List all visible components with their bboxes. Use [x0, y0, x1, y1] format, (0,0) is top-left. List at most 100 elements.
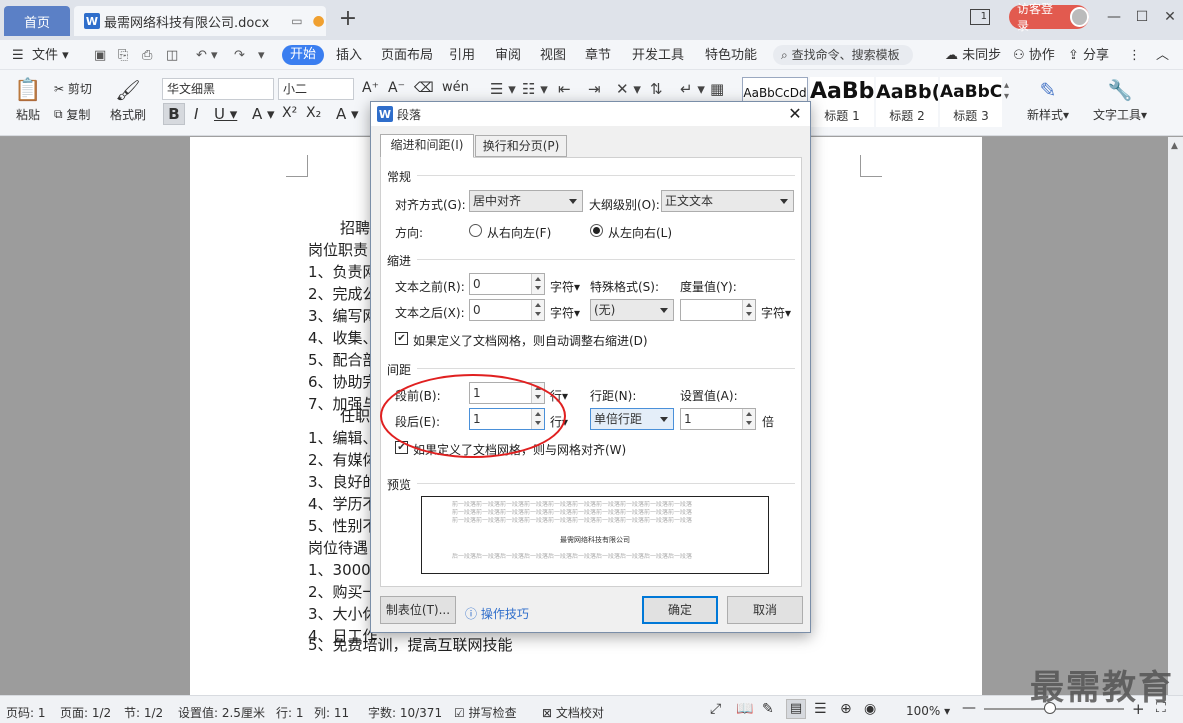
spinner-icon[interactable]: [531, 274, 544, 294]
edit-mode-icon[interactable]: ✎: [762, 701, 774, 717]
share-button[interactable]: ⇪ 分享: [1068, 46, 1109, 66]
subscript-button[interactable]: X₂: [306, 105, 321, 121]
hamburger-icon[interactable]: ☰: [12, 46, 24, 66]
monitor-icon[interactable]: ▭: [291, 14, 302, 28]
doc-line[interactable]: 岗位职责: [308, 239, 368, 261]
page-view-icon[interactable]: ▤: [786, 699, 806, 719]
bold-button[interactable]: B: [163, 103, 185, 125]
undo-icon[interactable]: ↶ ▾: [196, 46, 218, 66]
proofread-button[interactable]: ⊠ 文档校对: [542, 704, 604, 721]
italic-button[interactable]: I: [194, 105, 198, 123]
redo-icon[interactable]: ↷: [234, 46, 245, 66]
doc-line[interactable]: 3、编写网: [308, 305, 378, 327]
phonetic-icon[interactable]: wén: [442, 80, 469, 95]
page-indicator-icon[interactable]: 1: [970, 9, 990, 25]
indent-after-input[interactable]: 0: [469, 299, 545, 321]
zoom-out-icon[interactable]: —: [962, 700, 976, 716]
menu-references[interactable]: 引用: [449, 46, 475, 66]
collab-button[interactable]: ⚇ 协作: [1013, 46, 1055, 66]
doc-line[interactable]: 3、良好的: [308, 471, 378, 493]
status-col[interactable]: 列: 11: [314, 704, 349, 721]
zoom-level[interactable]: 100% ▾: [906, 704, 950, 718]
doc-line[interactable]: 2、有媒体: [308, 449, 378, 471]
menu-page-layout[interactable]: 页面布局: [381, 46, 433, 66]
ok-button[interactable]: 确定: [642, 596, 718, 624]
indent-after-unit[interactable]: 字符▾: [550, 304, 580, 321]
menu-section[interactable]: 章节: [585, 46, 611, 66]
status-setting[interactable]: 设置值: 2.5厘米: [178, 704, 265, 721]
doc-line[interactable]: 5、配合部: [308, 349, 378, 371]
increase-indent-icon[interactable]: ⇥: [588, 80, 601, 98]
text-effect-button[interactable]: A ▾: [336, 105, 359, 123]
export-icon[interactable]: ⎘: [118, 46, 128, 66]
show-marks-icon[interactable]: ↵ ▾: [680, 80, 705, 98]
dialog-close-button[interactable]: ✕: [783, 103, 807, 125]
close-window-button[interactable]: ✕: [1158, 6, 1182, 28]
status-section[interactable]: 节: 1/2: [124, 704, 163, 721]
status-row[interactable]: 行: 1: [276, 704, 304, 721]
fullscreen-icon[interactable]: ⤢: [710, 701, 721, 717]
doc-line[interactable]: 5、性别不: [308, 515, 378, 537]
cancel-button[interactable]: 取消: [727, 596, 803, 624]
maximize-button[interactable]: ☐: [1130, 6, 1154, 28]
set-value-input[interactable]: 1: [680, 408, 756, 430]
shrink-font-icon[interactable]: A⁻: [388, 80, 405, 96]
outline-select[interactable]: 正文文本: [661, 190, 794, 212]
font-size-select[interactable]: 小二: [278, 78, 354, 100]
measure-input[interactable]: [680, 299, 756, 321]
print-icon[interactable]: ⎙: [142, 46, 152, 66]
eye-protection-icon[interactable]: ◉: [864, 701, 876, 717]
sync-button[interactable]: ☁ 未同步: [945, 46, 1001, 66]
tab-document[interactable]: W 最需网络科技有限公司.docx ▭ ●: [74, 6, 326, 36]
tab-indent-spacing[interactable]: 缩进和间距(I): [380, 134, 474, 158]
doc-line[interactable]: 2、购买一: [308, 581, 378, 603]
copy-button[interactable]: ⧉ 复制: [54, 106, 90, 123]
decrease-indent-icon[interactable]: ⇤: [558, 80, 571, 98]
doc-line[interactable]: 2、完成公: [308, 283, 378, 305]
number-list-icon[interactable]: ☷ ▾: [522, 80, 548, 98]
doc-line[interactable]: 6、协助完: [308, 371, 378, 393]
grow-font-icon[interactable]: A⁺: [362, 80, 379, 96]
doc-line[interactable]: 4、收集、: [308, 327, 378, 349]
line-spacing-select[interactable]: 单倍行距: [590, 408, 674, 430]
minimize-button[interactable]: —: [1102, 6, 1126, 28]
tab-start[interactable]: 开始: [282, 45, 324, 65]
doc-line[interactable]: 1、3000: [308, 559, 371, 581]
menu-review[interactable]: 审阅: [495, 46, 521, 66]
web-view-icon[interactable]: ⊕: [840, 701, 852, 717]
more-menu-icon[interactable]: ⋮: [1128, 46, 1141, 66]
menu-developer[interactable]: 开发工具: [632, 46, 684, 66]
vertical-scrollbar[interactable]: ▲: [1168, 137, 1183, 695]
style-gallery-scroll[interactable]: ▴ ▾: [1004, 80, 1009, 102]
customize-icon[interactable]: ▾: [258, 46, 265, 66]
status-page[interactable]: 页面: 1/2: [60, 704, 111, 721]
measure-unit[interactable]: 字符▾: [761, 304, 791, 321]
doc-line[interactable]: 任职: [340, 405, 370, 427]
spinner-icon[interactable]: [531, 300, 544, 320]
outline-view-icon[interactable]: ☰: [814, 701, 827, 717]
new-style-button[interactable]: ✎ 新样式▾: [1024, 78, 1072, 123]
spinner-icon[interactable]: [742, 300, 755, 320]
spell-check-button[interactable]: ☑ 拼写检查: [454, 704, 517, 721]
text-tools-button[interactable]: 🔧 文字工具▾: [1090, 78, 1150, 123]
bullet-list-icon[interactable]: ☰ ▾: [490, 80, 516, 98]
font-name-select[interactable]: 华文细黑: [162, 78, 274, 100]
tab-stops-button[interactable]: 制表位(T)...: [380, 596, 456, 624]
indent-before-input[interactable]: 0: [469, 273, 545, 295]
style-heading-1[interactable]: AaBb 标题 1: [810, 77, 874, 127]
collapse-ribbon-icon[interactable]: ︿: [1156, 46, 1169, 66]
save-icon[interactable]: ▣: [94, 46, 106, 66]
doc-line[interactable]: 岗位待遇: [308, 537, 368, 559]
auto-indent-checkbox[interactable]: ✔: [395, 332, 408, 345]
ltr-radio[interactable]: [590, 224, 603, 237]
doc-line[interactable]: 3、大小休: [308, 603, 378, 625]
tab-line-page-breaks[interactable]: 换行和分页(P): [475, 135, 567, 157]
scroll-up-icon[interactable]: ▲: [1171, 141, 1178, 151]
tab-home[interactable]: 首页: [4, 6, 70, 36]
underline-button[interactable]: U ▾: [214, 105, 237, 123]
chinese-layout-icon[interactable]: ✕ ▾: [616, 80, 641, 98]
spinner-icon[interactable]: [742, 409, 755, 429]
dialog-title-bar[interactable]: W 段落: [371, 102, 810, 126]
menu-insert[interactable]: 插入: [336, 46, 362, 66]
command-search[interactable]: ⌕ 查找命令、搜索模板: [773, 45, 913, 65]
